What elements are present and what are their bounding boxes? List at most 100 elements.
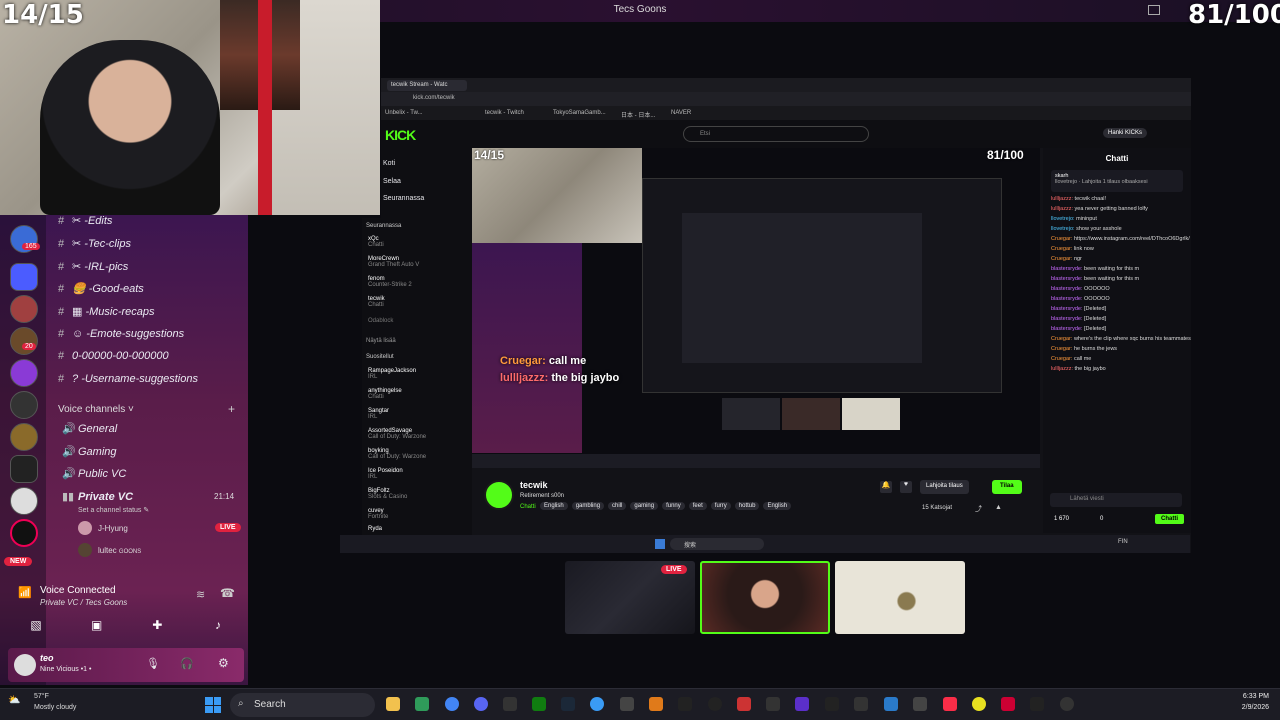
tag[interactable]: funny (662, 502, 685, 510)
windows-icon[interactable] (655, 539, 665, 549)
streamer-name[interactable]: tecwik (520, 480, 548, 490)
app-icon[interactable] (415, 697, 429, 711)
channel-irl-pics[interactable]: # ✂ -IRL-pics (58, 260, 128, 273)
tag[interactable]: gaming (630, 502, 659, 510)
tag[interactable]: gambling (571, 502, 605, 510)
search-input[interactable]: Etsi (683, 126, 869, 142)
app-icon[interactable] (1060, 697, 1074, 711)
following-item[interactable]: MoreCrewn Grand Theft Auto V (368, 256, 468, 268)
recommended-item[interactable]: anythingelse Chatti (368, 388, 468, 400)
channel-numbers[interactable]: #0-00000-00-000000 (58, 350, 169, 362)
start-button[interactable] (205, 697, 221, 713)
obs-icon[interactable] (708, 697, 722, 711)
preview-thumb-selected[interactable] (700, 561, 830, 634)
heart-icon[interactable]: ♥ (900, 481, 912, 493)
preview-thumb[interactable]: LIVE (565, 561, 695, 634)
voice-channel-private[interactable]: ▮▮ Private VC (62, 490, 133, 503)
app-icon[interactable] (825, 697, 839, 711)
nav-home[interactable]: Koti (383, 160, 395, 167)
chat-send-button[interactable]: Chatti (1155, 514, 1184, 524)
bookmark[interactable]: TokyoSamaGamb... (553, 110, 606, 116)
voice-channel-public[interactable]: 🔊 Public VC (62, 467, 126, 480)
app-icon[interactable] (795, 697, 809, 711)
share-icon[interactable]: ⤴ (975, 504, 982, 514)
bookmark[interactable]: Unbelix - Tw... (385, 110, 423, 116)
app-icon[interactable] (766, 697, 780, 711)
tag[interactable]: feet (688, 502, 707, 510)
channel-username-suggestions[interactable]: #? -Username-suggestions (58, 373, 198, 385)
xbox-icon[interactable] (532, 697, 546, 711)
clock-date[interactable]: 2/9/2026 (1205, 704, 1269, 711)
preview-thumb[interactable] (835, 561, 965, 634)
tag[interactable]: furry (710, 502, 731, 510)
recommended-item[interactable]: RampageJackson IRL (368, 368, 468, 380)
tag[interactable]: English (763, 502, 792, 510)
app-icon[interactable] (503, 697, 517, 711)
get-kicks-button[interactable]: Hanki KICKs (1103, 128, 1148, 138)
server-icon[interactable] (10, 295, 38, 323)
discord-icon[interactable] (474, 697, 488, 711)
app-icon[interactable] (590, 697, 604, 711)
voice-channels-header[interactable]: Voice channels ˅ (58, 404, 134, 415)
following-item[interactable]: fenom Counter-Strike 2 (368, 276, 468, 288)
browser-tab[interactable]: tecwik Stream - Watc (387, 80, 467, 91)
vc-member-name[interactable]: lultec GOONS (98, 546, 141, 555)
app-icon[interactable] (649, 697, 663, 711)
voice-channel-general[interactable]: 🔊 General (62, 422, 117, 435)
tag[interactable]: chill (608, 502, 627, 510)
weather-text[interactable]: Mostly cloudy (34, 704, 76, 711)
chrome-icon[interactable] (445, 697, 459, 711)
channel-good-eats[interactable]: # 🍔 -Good-eats (58, 282, 144, 295)
recommended-item[interactable]: BigFoltz Slots & Casino (368, 488, 468, 500)
tag[interactable]: hottub (734, 502, 760, 510)
stream-category[interactable]: Chatti (520, 504, 536, 510)
app-icon[interactable] (620, 697, 634, 711)
noise-suppression-icon[interactable]: ≋ (196, 588, 205, 601)
avatar[interactable] (14, 654, 36, 676)
streamer-avatar[interactable] (484, 480, 514, 510)
bookmark[interactable]: tecwik - Twitch (485, 110, 524, 116)
app-icon[interactable] (884, 697, 898, 711)
show-more-link[interactable]: Näytä lisää (366, 338, 396, 344)
recommended-item[interactable]: Ryda (368, 526, 382, 532)
tag[interactable]: English (540, 502, 568, 510)
taskbar-search[interactable]: ⌕ Search (230, 693, 375, 717)
warning-icon[interactable]: ▲ (995, 504, 1002, 511)
recommended-item[interactable]: AssortedSavage Call of Duty: Warzone (368, 428, 468, 440)
gift-sub-button[interactable]: Lahjoita tilaus (920, 480, 969, 494)
activities-icon[interactable]: ✚ (143, 614, 171, 636)
server-icon[interactable] (10, 359, 38, 387)
voice-channel-gaming[interactable]: 🔊 Gaming (62, 445, 117, 458)
channel-tec-clips[interactable]: # ✂ -Tec-clips (58, 237, 131, 250)
server-icon[interactable] (10, 423, 38, 451)
mic-icon[interactable]: 🎙 (146, 657, 160, 670)
address-bar[interactable]: kick.com/tecwik (381, 92, 1191, 106)
app-icon[interactable] (972, 697, 986, 711)
steam-icon[interactable] (561, 697, 575, 711)
recommended-item[interactable]: Sangtar IRL (368, 408, 468, 420)
following-item[interactable]: Odablock (368, 318, 393, 324)
recommended-item[interactable]: boyking Call of Duty: Warzone (368, 448, 468, 460)
app-icon[interactable] (678, 697, 692, 711)
nav-following[interactable]: Seurannassa (383, 195, 424, 202)
chat-input[interactable]: Lähetä viesti (1050, 493, 1182, 507)
add-channel-icon[interactable]: + (228, 402, 235, 416)
weather-temp[interactable]: 57°F (34, 693, 49, 700)
server-icon[interactable] (10, 519, 38, 547)
server-icon[interactable] (10, 263, 38, 291)
points-counter[interactable]: 1 670 (1054, 516, 1069, 522)
app-icon[interactable] (854, 697, 868, 711)
headphones-icon[interactable]: 🎧 (180, 657, 194, 670)
vc-member-name[interactable]: J-Hyung (98, 524, 128, 533)
stream-player[interactable]: 14/15 81/100 Cruegar: call me lullljazzz… (472, 148, 1040, 468)
app-icon[interactable] (1030, 697, 1044, 711)
bookmark[interactable]: NAVER (671, 110, 691, 116)
set-channel-status[interactable]: Set a channel status ✎ (78, 506, 149, 514)
channel-music-recaps[interactable]: # ▦ -Music-recaps (58, 305, 155, 318)
server-icon[interactable] (10, 391, 38, 419)
app-icon[interactable] (737, 697, 751, 711)
channel-emote-suggestions[interactable]: # ☺ -Emote-suggestions (58, 328, 184, 340)
subscribe-button[interactable]: Tilaa (992, 480, 1022, 494)
following-item[interactable]: xQc Chatti (368, 236, 468, 248)
channel-edits[interactable]: # ✂ -Edits (58, 214, 112, 227)
